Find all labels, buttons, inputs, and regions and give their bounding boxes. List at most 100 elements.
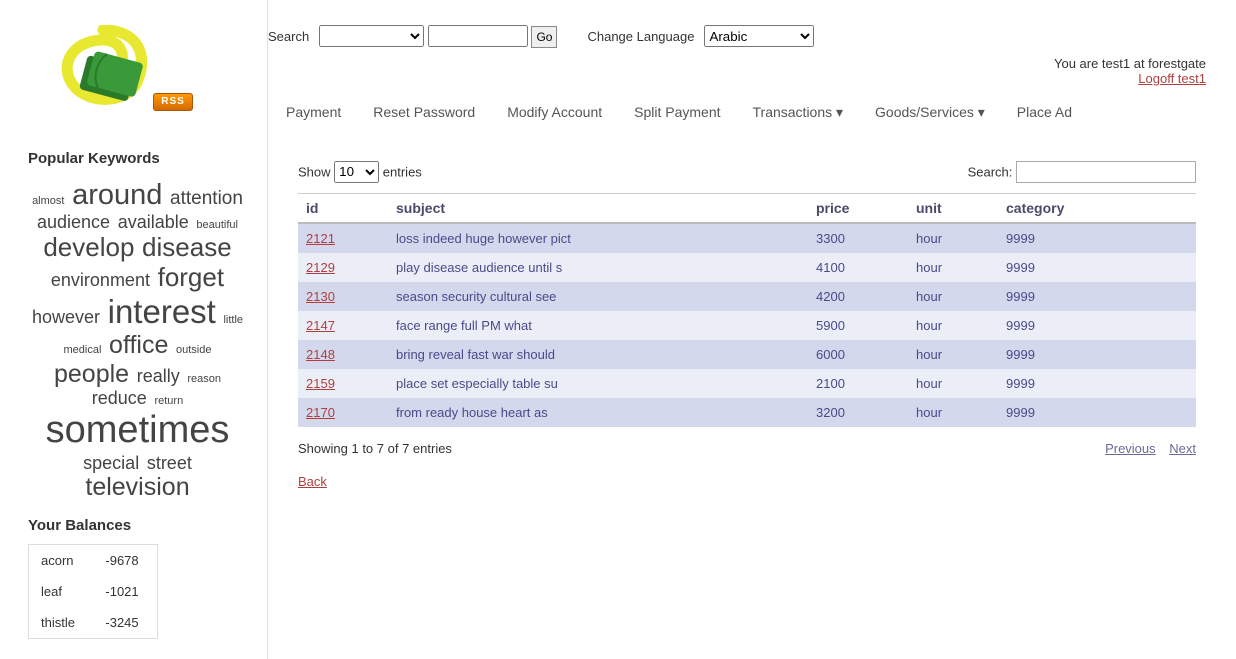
row-id-link[interactable]: 2130 [306, 289, 335, 304]
th-category[interactable]: category [998, 193, 1196, 223]
change-language-label: Change Language [587, 29, 694, 44]
row-unit: hour [908, 223, 998, 253]
balance-value: -9678 [93, 545, 157, 576]
keyword[interactable]: medical [64, 344, 102, 356]
keyword[interactable]: really [137, 366, 180, 386]
table-row: 2121loss indeed huge however pict3300hou… [298, 223, 1196, 253]
row-category: 9999 [998, 253, 1196, 282]
nav-item[interactable]: Split Payment [634, 104, 720, 121]
entries-select[interactable]: 10 [334, 161, 379, 183]
search-input[interactable] [428, 25, 528, 47]
keyword[interactable]: special [83, 453, 139, 473]
nav-item[interactable]: Payment [286, 104, 341, 121]
nav-item[interactable]: Reset Password [373, 104, 475, 121]
keyword[interactable]: disease [142, 232, 232, 262]
row-unit: hour [908, 282, 998, 311]
keyword[interactable]: interest [108, 293, 216, 330]
balances-table: acorn-9678leaf-1021thistle-3245 [28, 544, 158, 639]
keyword[interactable]: almost [32, 195, 64, 207]
keyword[interactable]: street [147, 453, 192, 473]
keyword[interactable]: little [223, 314, 243, 326]
row-id-link[interactable]: 2159 [306, 376, 335, 391]
keyword[interactable]: available [118, 212, 189, 232]
row-subject: face range full PM what [388, 311, 808, 340]
table-search-label: Search: [968, 164, 1013, 179]
row-unit: hour [908, 340, 998, 369]
nav-item[interactable]: Goods/Services ▾ [875, 104, 985, 121]
balance-value: -3245 [93, 607, 157, 638]
table-row: 2129 play disease audience until s4100hou… [298, 253, 1196, 282]
table-row: 2159 place set especially table su2100hou… [298, 369, 1196, 398]
prev-link[interactable]: Previous [1105, 441, 1156, 456]
keywords-title: Popular Keywords [28, 150, 247, 167]
show-post: entries [383, 164, 422, 179]
table-info: Showing 1 to 7 of 7 entries [298, 441, 452, 456]
keyword[interactable]: sometimes [46, 409, 230, 451]
keyword[interactable]: attention [170, 188, 243, 209]
keyword[interactable]: reduce [92, 388, 147, 408]
rss-badge[interactable]: RSS [153, 93, 193, 111]
logo-area: RSS [53, 25, 247, 135]
balance-name: thistle [29, 607, 93, 638]
row-subject: from ready house heart as [388, 398, 808, 427]
row-subject: bring reveal fast war should [388, 340, 808, 369]
next-link[interactable]: Next [1169, 441, 1196, 456]
row-id-link[interactable]: 2148 [306, 347, 335, 362]
keyword[interactable]: forget [158, 262, 225, 292]
row-unit: hour [908, 311, 998, 340]
show-pre: Show [298, 164, 331, 179]
table-search-input[interactable] [1016, 161, 1196, 183]
row-price: 3200 [808, 398, 908, 427]
row-subject: place set especially table su [388, 369, 808, 398]
go-button[interactable]: Go [531, 26, 557, 48]
user-info: You are test1 at forestgate [1054, 56, 1206, 71]
listings-table: id subject price unit category 2121loss … [298, 193, 1196, 427]
th-subject[interactable]: subject [388, 193, 808, 223]
keyword[interactable]: office [109, 331, 168, 359]
keyword[interactable]: reason [187, 373, 221, 385]
back-link[interactable]: Back [298, 474, 327, 489]
keyword[interactable]: around [72, 179, 162, 211]
row-category: 9999 [998, 282, 1196, 311]
row-id-link[interactable]: 2129 [306, 260, 335, 275]
logoff-link[interactable]: Logoff test1 [1138, 71, 1206, 86]
balance-name: leaf [29, 576, 93, 607]
balance-value: -1021 [93, 576, 157, 607]
keyword[interactable]: people [54, 360, 129, 388]
row-subject: season security cultural see [388, 282, 808, 311]
table-row: 2130 season security cultural see4200hour… [298, 282, 1196, 311]
row-category: 9999 [998, 340, 1196, 369]
row-unit: hour [908, 369, 998, 398]
row-price: 2100 [808, 369, 908, 398]
row-price: 4100 [808, 253, 908, 282]
keyword[interactable]: however [32, 307, 100, 327]
table-row: 2170from ready house heart as3200hour999… [298, 398, 1196, 427]
keyword[interactable]: return [154, 395, 183, 407]
row-id-link[interactable]: 2147 [306, 318, 335, 333]
nav-item[interactable]: Transactions ▾ [753, 104, 844, 121]
keyword[interactable]: outside [176, 344, 211, 356]
row-id-link[interactable]: 2121 [306, 231, 335, 246]
row-id-link[interactable]: 2170 [306, 405, 335, 420]
keyword[interactable]: television [85, 473, 189, 501]
nav-item[interactable]: Modify Account [507, 104, 602, 121]
logo-icon [53, 25, 158, 110]
keyword[interactable]: audience [37, 212, 110, 232]
row-unit: hour [908, 253, 998, 282]
search-label: Search [268, 29, 309, 44]
row-price: 3300 [808, 223, 908, 253]
keyword[interactable]: develop [43, 232, 134, 262]
row-category: 9999 [998, 311, 1196, 340]
th-price[interactable]: price [808, 193, 908, 223]
language-select[interactable]: Arabic [704, 25, 814, 47]
keyword[interactable]: beautiful [196, 219, 238, 231]
th-unit[interactable]: unit [908, 193, 998, 223]
search-category-select[interactable] [319, 25, 424, 47]
keyword[interactable]: environment [51, 270, 150, 290]
row-subject: play disease audience until s [388, 253, 808, 282]
main-nav: Payment Reset Password Modify Account Split… [286, 104, 1216, 121]
nav-item[interactable]: Place Ad [1017, 104, 1072, 121]
row-price: 6000 [808, 340, 908, 369]
row-price: 4200 [808, 282, 908, 311]
th-id[interactable]: id [298, 193, 388, 223]
